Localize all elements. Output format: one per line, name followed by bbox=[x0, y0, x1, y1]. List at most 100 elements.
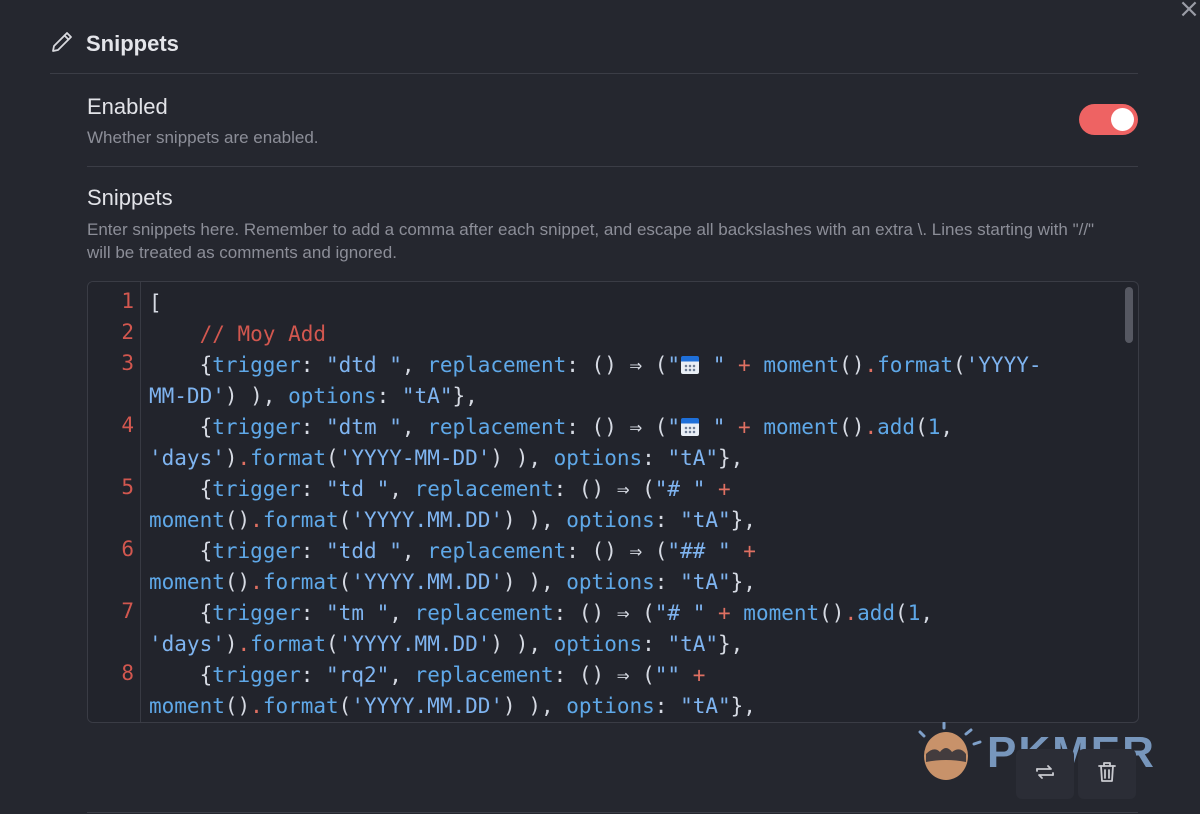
code-token: "tdd " bbox=[326, 539, 402, 563]
code-token: " bbox=[667, 353, 681, 377]
code-token: : bbox=[376, 384, 402, 408]
code-token: 'YYYY- bbox=[965, 353, 1042, 377]
code-token: "tA" bbox=[680, 508, 731, 532]
divider bbox=[87, 166, 1138, 167]
code-token: () bbox=[224, 508, 251, 532]
code-token: }, bbox=[730, 508, 756, 532]
code-token: : bbox=[654, 570, 681, 594]
code-token: { bbox=[149, 663, 213, 687]
code-token: ( bbox=[326, 632, 339, 656]
code-token: ( bbox=[338, 694, 352, 718]
code-line: 'days').format('YYYY.MM.DD') ), options:… bbox=[149, 629, 1109, 660]
code-line: {trigger: "dtm ", replacement: () ⇒ (" "… bbox=[149, 412, 1109, 443]
code-content[interactable]: [ // Moy Add {trigger: "dtd ", replaceme… bbox=[149, 288, 1109, 722]
code-token: ) ), bbox=[503, 570, 567, 594]
code-line: // Moy Add bbox=[149, 319, 1109, 350]
editor-scrollbar[interactable] bbox=[1125, 287, 1133, 343]
line-number: 4 bbox=[121, 413, 134, 437]
swap-button[interactable] bbox=[1016, 749, 1074, 799]
code-token: "rq2" bbox=[326, 663, 390, 687]
code-token: : bbox=[300, 415, 327, 439]
code-token: "tm " bbox=[326, 601, 390, 625]
code-token: ( bbox=[952, 353, 966, 377]
code-line: {trigger: "tdd ", replacement: () ⇒ ("##… bbox=[149, 536, 1109, 567]
code-token: ( bbox=[338, 570, 352, 594]
code-token: "# " bbox=[654, 477, 706, 501]
code-token: () bbox=[819, 601, 845, 625]
enabled-toggle[interactable] bbox=[1079, 104, 1138, 135]
code-token: : bbox=[300, 539, 327, 563]
code-token: : () ⇒ ( bbox=[566, 415, 668, 439]
code-token: { bbox=[149, 353, 213, 377]
code-token: , bbox=[401, 415, 428, 439]
code-token: trigger bbox=[212, 353, 301, 377]
code-token: "tA" bbox=[680, 570, 731, 594]
code-token: ) ), bbox=[490, 632, 554, 656]
code-token: "# " bbox=[654, 601, 706, 625]
snippets-code-editor[interactable]: 1 2 3 4 5 6 7 8 [ // Moy Add {trigger: "… bbox=[87, 281, 1139, 723]
section-header: Snippets bbox=[50, 28, 179, 60]
code-token: "tA" bbox=[667, 446, 719, 470]
code-token: , bbox=[940, 415, 954, 439]
code-token: + bbox=[705, 477, 731, 501]
code-token: ) bbox=[224, 446, 238, 470]
code-token: . bbox=[864, 353, 878, 377]
code-token: ) ), bbox=[490, 446, 554, 470]
code-token: : bbox=[654, 508, 681, 532]
code-token: format bbox=[262, 508, 339, 532]
code-line: moment().format('YYYY.MM.DD') ), options… bbox=[149, 505, 1109, 536]
code-token: : bbox=[300, 663, 327, 687]
trash-icon bbox=[1096, 760, 1118, 789]
code-token: }, bbox=[730, 694, 756, 718]
close-button[interactable]: × bbox=[1174, 0, 1200, 24]
calendar-icon bbox=[681, 356, 700, 374]
code-token: : bbox=[654, 694, 681, 718]
code-token: : bbox=[300, 601, 327, 625]
swap-icon bbox=[1033, 760, 1057, 789]
code-token: 'YYYY-MM-DD' bbox=[338, 446, 491, 470]
code-token: : () ⇒ ( bbox=[553, 477, 655, 501]
code-token: "tA" bbox=[680, 694, 731, 718]
code-token: trigger bbox=[212, 477, 301, 501]
code-token: trigger bbox=[212, 663, 301, 687]
code-token: , bbox=[401, 353, 428, 377]
code-token: }, bbox=[718, 446, 744, 470]
code-token: options bbox=[566, 570, 655, 594]
code-token: . bbox=[864, 415, 878, 439]
code-token: { bbox=[149, 415, 213, 439]
code-token: ( bbox=[338, 508, 352, 532]
code-token: "tA" bbox=[401, 384, 453, 408]
line-number: 8 bbox=[121, 661, 134, 685]
code-token: , bbox=[920, 601, 934, 625]
code-token: options bbox=[566, 694, 655, 718]
code-token: replacement bbox=[427, 353, 567, 377]
code-token: moment bbox=[743, 601, 820, 625]
code-token: , bbox=[389, 477, 415, 501]
code-token: + bbox=[725, 415, 764, 439]
code-token: () bbox=[224, 570, 251, 594]
code-token: 1 bbox=[907, 601, 921, 625]
code-token: format bbox=[262, 570, 339, 594]
code-token: format bbox=[877, 353, 953, 377]
code-token: "## " bbox=[667, 539, 731, 563]
code-token: trigger bbox=[212, 415, 301, 439]
code-token: . bbox=[844, 601, 858, 625]
code-token: moment bbox=[149, 570, 225, 594]
code-token: ) ), bbox=[503, 694, 567, 718]
code-token: () bbox=[839, 353, 865, 377]
code-token: format bbox=[250, 446, 327, 470]
delete-button[interactable] bbox=[1078, 749, 1136, 799]
code-token: : bbox=[642, 446, 668, 470]
line-number: 3 bbox=[121, 351, 134, 375]
code-token: "" bbox=[654, 663, 681, 687]
code-token: options bbox=[288, 384, 377, 408]
code-token: ( bbox=[915, 415, 928, 439]
pkmer-logo-icon bbox=[918, 721, 982, 780]
code-token: : () ⇒ ( bbox=[566, 353, 668, 377]
code-token: ( bbox=[895, 601, 908, 625]
code-token: ) ), bbox=[503, 508, 567, 532]
code-token: () bbox=[224, 694, 251, 718]
code-token: add bbox=[857, 601, 896, 625]
setting-snippets-name: Snippets bbox=[87, 185, 173, 210]
code-token: 'YYYY.MM.DD' bbox=[351, 570, 504, 594]
